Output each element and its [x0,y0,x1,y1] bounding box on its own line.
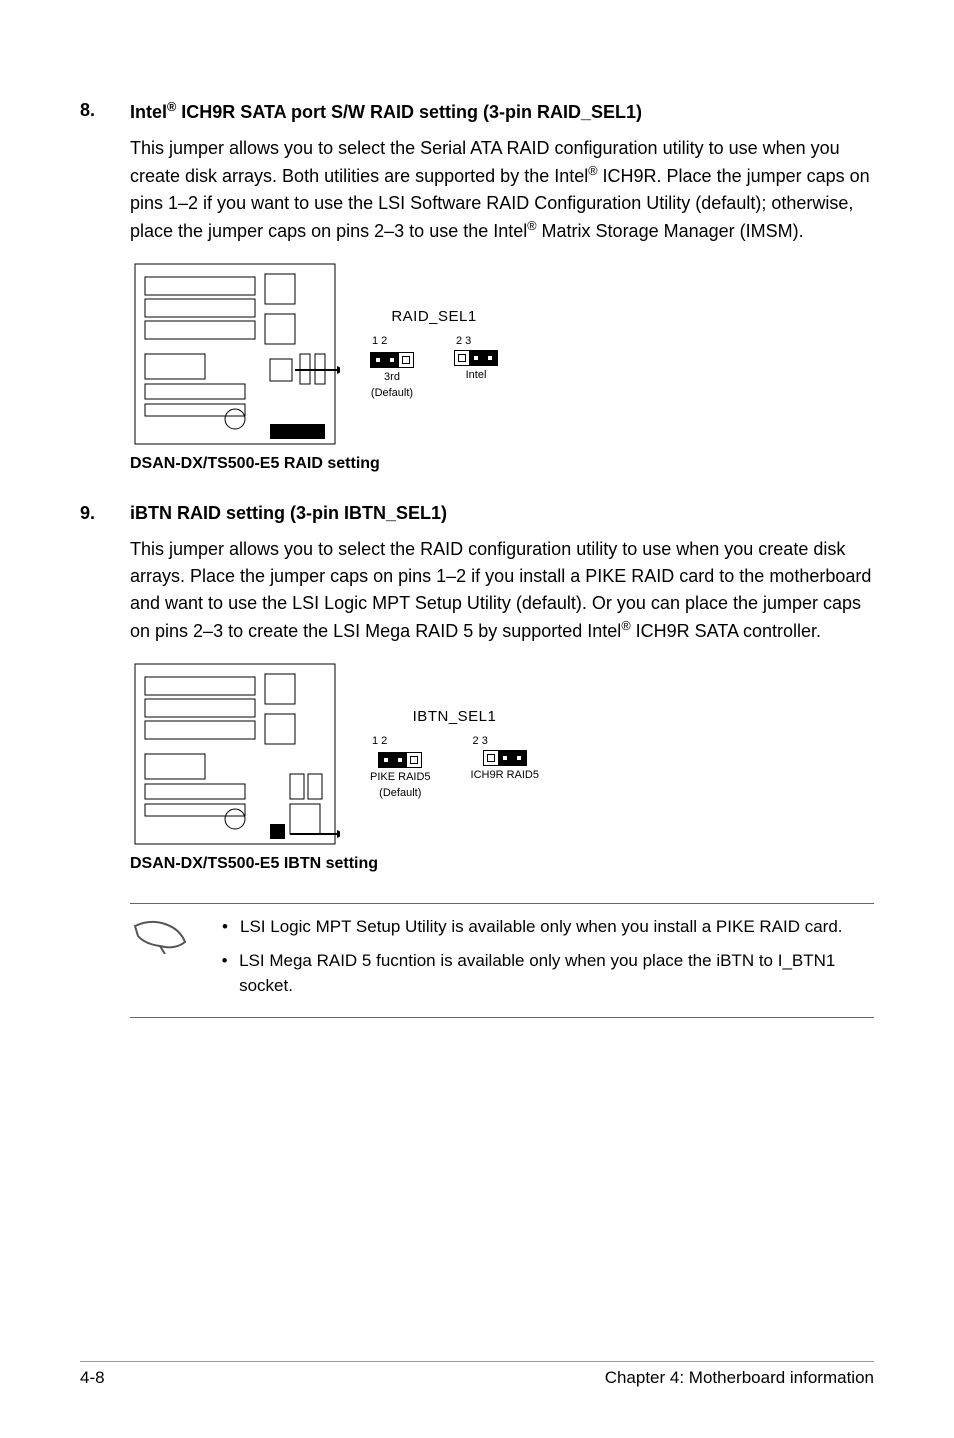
body-sup1: ® [588,164,597,178]
pins-left: 1 2 3rd (Default) [370,335,414,400]
section-title: iBTN RAID setting (3-pin IBTN_SEL1) [130,503,874,524]
pin [393,753,407,767]
pin-nums-right: 2 3 [454,335,498,347]
pin [512,751,526,765]
pin-box-right [454,350,498,366]
pin-box-left [378,752,422,768]
section-num: 8. [80,100,130,123]
note-item: • LSI Mega RAID 5 fucntion is available … [210,948,874,999]
pins-left: 1 2 PIKE RAID5 (Default) [370,735,431,800]
note-list: • LSI Logic MPT Setup Utility is availab… [210,914,874,1007]
section-title: Intel® ICH9R SATA port S/W RAID setting … [130,100,874,123]
title-post: ICH9R SATA port S/W RAID setting (3-pin … [176,102,642,122]
section-8: 8. Intel® ICH9R SATA port S/W RAID setti… [80,100,874,473]
jumper-9: IBTN_SEL1 1 2 PIKE RAID5 (Default) 2 3 [370,708,539,800]
jumper-row: 1 2 PIKE RAID5 (Default) 2 3 [370,735,539,800]
pin-nums-right: 2 3 [471,735,539,747]
page-number: 4-8 [80,1368,105,1388]
section-8-body: This jumper allows you to select the Ser… [130,135,874,245]
pin [399,353,413,367]
pin-nums-left: 1 2 [370,335,414,347]
jumper-label: IBTN_SEL1 [370,708,539,725]
section-8-header: 8. Intel® ICH9R SATA port S/W RAID setti… [80,100,874,123]
note-item: • LSI Logic MPT Setup Utility is availab… [210,914,874,940]
pins-right: 2 3 ICH9R RAID5 [471,735,539,782]
diagram-8: RAID_SEL1 1 2 3rd (Default) 2 3 [130,259,874,449]
diagram-9: IBTN_SEL1 1 2 PIKE RAID5 (Default) 2 3 [130,659,874,849]
pin-nums-left: 1 2 [370,735,431,747]
section-num: 9. [80,503,130,524]
pin [407,753,421,767]
body-sup1: ® [621,619,630,633]
caption-left-1: 3rd [370,371,414,384]
diagram-8-caption: DSAN-DX/TS500-E5 RAID setting [130,455,874,473]
pin [385,353,399,367]
section-9-header: 9. iBTN RAID setting (3-pin IBTN_SEL1) [80,503,874,524]
pin-box-right [483,750,527,766]
caption-left-2: (Default) [370,787,431,800]
note-box: • LSI Logic MPT Setup Utility is availab… [130,903,874,1018]
caption-right-1: Intel [454,369,498,382]
pin [498,751,512,765]
jumper-label: RAID_SEL1 [370,308,498,325]
body-3: Matrix Storage Manager (IMSM). [537,221,804,241]
body-2: ICH9R SATA controller. [631,621,821,641]
section-9: 9. iBTN RAID setting (3-pin IBTN_SEL1) T… [80,503,874,873]
bullet-icon: • [210,914,240,940]
pin [483,351,497,365]
caption-left-1: PIKE RAID5 [370,771,431,784]
body-sup2: ® [527,219,536,233]
title-sup: ® [167,100,176,114]
pin [371,353,385,367]
title-pre: iBTN RAID setting (3-pin IBTN_SEL1) [130,503,447,523]
footer: 4-8 Chapter 4: Motherboard information [80,1361,874,1388]
pin [379,753,393,767]
note-icon [130,914,190,1007]
diagram-9-caption: DSAN-DX/TS500-E5 IBTN setting [130,855,874,873]
chapter-title: Chapter 4: Motherboard information [605,1368,874,1388]
jumper-8: RAID_SEL1 1 2 3rd (Default) 2 3 [370,308,498,400]
note-text-1: LSI Logic MPT Setup Utility is available… [240,914,843,940]
motherboard-icon [130,259,340,449]
jumper-row: 1 2 3rd (Default) 2 3 [370,335,498,400]
section-9-body: This jumper allows you to select the RAI… [130,536,874,645]
title-pre: Intel [130,102,167,122]
motherboard-icon [130,659,340,849]
pin-box-left [370,352,414,368]
pin [469,351,483,365]
bullet-icon: • [210,948,239,999]
note-text-2: LSI Mega RAID 5 fucntion is available on… [239,948,874,999]
caption-left-2: (Default) [370,387,414,400]
pins-right: 2 3 Intel [454,335,498,385]
pin [484,751,498,765]
caption-right-1: ICH9R RAID5 [471,769,539,782]
pin [455,351,469,365]
